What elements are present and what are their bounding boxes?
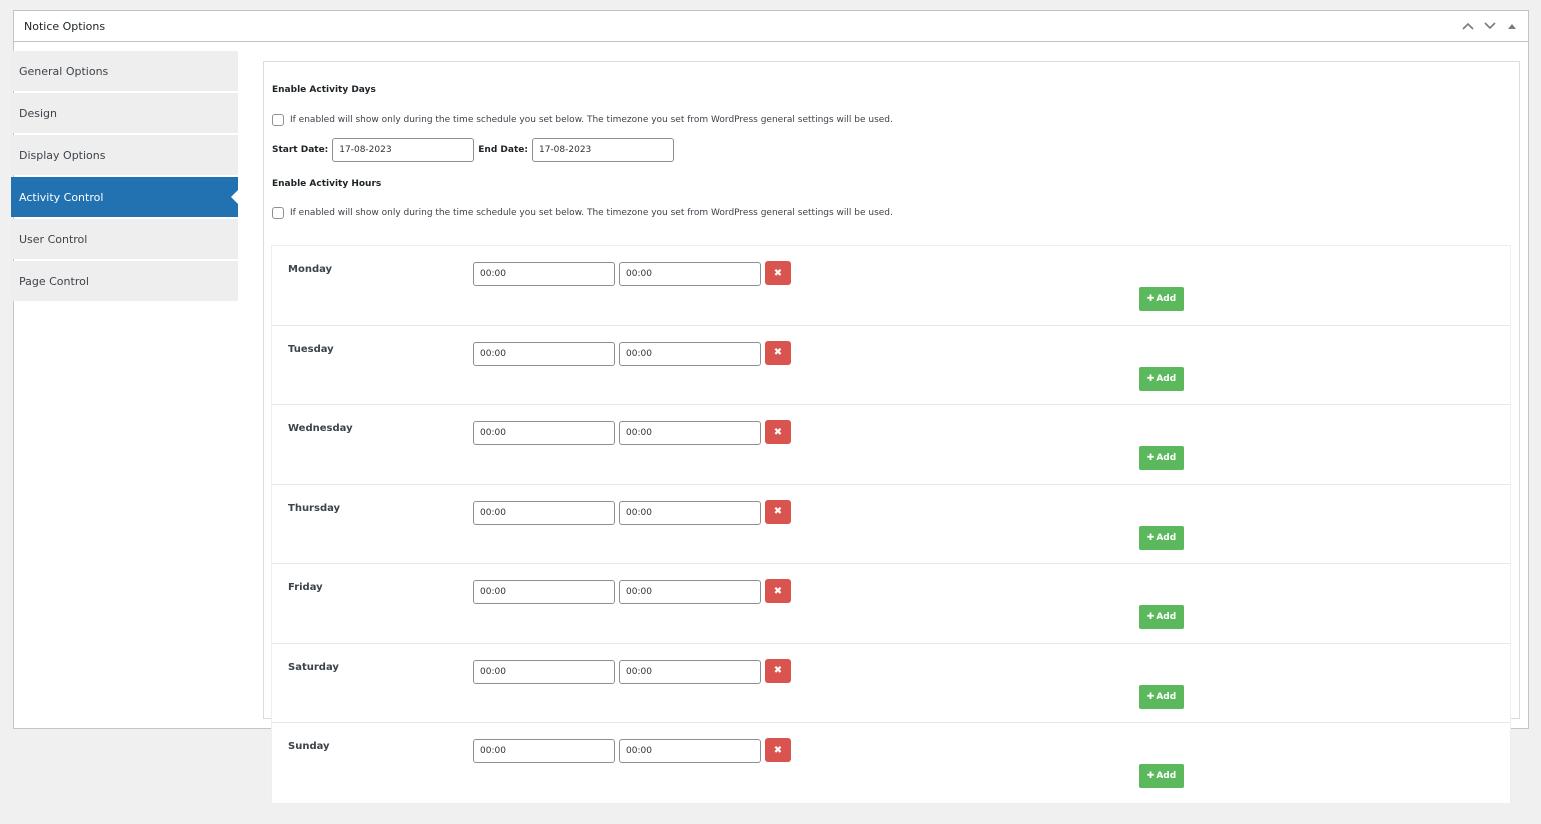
add-time-button[interactable]: ✚ Add xyxy=(1139,525,1184,550)
close-icon: ✖ xyxy=(773,347,783,358)
sidebar-item-label: Design xyxy=(19,106,57,120)
activity-days-checkbox-row: If enabled will show only during the tim… xyxy=(272,114,893,126)
start-time-input[interactable] xyxy=(473,500,615,525)
sidebar-item-design[interactable]: Design xyxy=(11,93,238,133)
end-time-input[interactable] xyxy=(619,500,761,525)
end-time-input[interactable] xyxy=(619,262,761,286)
add-button-label: Add xyxy=(1156,532,1177,543)
end-time-input[interactable] xyxy=(619,341,761,366)
close-icon: ✖ xyxy=(773,267,783,279)
sidebar-item-activity-control[interactable]: Activity Control xyxy=(11,177,238,217)
day-row-friday: Friday ✖ ✚Add xyxy=(272,564,1510,644)
add-button-label: Add xyxy=(1156,453,1177,463)
end-date-input[interactable] xyxy=(531,138,674,162)
options-sidebar: General Options Design Display Options A… xyxy=(11,51,238,303)
panel-header-controls xyxy=(1460,22,1520,30)
plus-icon: ✚ xyxy=(1146,771,1155,781)
close-icon: ✖ xyxy=(773,506,783,517)
date-range-row: Start Date: End Date: xyxy=(272,138,678,162)
start-time-input[interactable] xyxy=(473,739,615,763)
close-icon: ✖ xyxy=(773,665,783,676)
remove-time-button[interactable]: ✖ xyxy=(765,340,791,365)
day-name: Wednesday xyxy=(288,423,353,434)
sidebar-item-label: Page Control xyxy=(19,274,89,288)
day-name: Friday xyxy=(288,582,323,593)
plus-icon: ✚ xyxy=(1146,612,1155,622)
plus-icon: ✚ xyxy=(1146,373,1155,384)
add-button-label: Add xyxy=(1156,691,1177,702)
end-time-input[interactable] xyxy=(619,580,761,604)
day-name: Saturday xyxy=(288,661,339,673)
chevron-down-icon[interactable] xyxy=(1482,22,1498,30)
add-button-label: Add xyxy=(1156,294,1177,304)
panel-header: Notice Options xyxy=(14,11,1528,42)
start-time-input[interactable] xyxy=(473,262,615,286)
close-icon: ✖ xyxy=(773,744,783,756)
close-icon: ✖ xyxy=(773,585,783,597)
add-time-button[interactable]: ✚ Add xyxy=(1139,446,1184,470)
sidebar-item-display-options[interactable]: Display Options xyxy=(11,135,238,175)
day-name: Monday xyxy=(288,264,333,275)
activity-hours-heading: Enable Activity Hours xyxy=(272,179,382,189)
caret-up-icon[interactable] xyxy=(1504,23,1520,29)
day-row-wednesday: Wednesday ✖ ✚Add xyxy=(272,405,1510,485)
activity-days-checkbox[interactable] xyxy=(272,114,284,126)
start-date-label: Start Date: xyxy=(272,145,329,155)
start-time-input[interactable] xyxy=(473,659,615,684)
add-time-button[interactable]: ✚ Add xyxy=(1139,605,1184,629)
add-time-button[interactable]: ✚ Add xyxy=(1139,764,1184,788)
add-time-button[interactable]: ✚ Add xyxy=(1139,366,1184,391)
day-row-sunday: Sunday ✖ ✚Add xyxy=(272,723,1510,803)
add-button-label: Add xyxy=(1156,612,1177,622)
end-date-label: End Date: xyxy=(478,145,528,155)
start-time-input[interactable] xyxy=(473,580,615,604)
day-row-monday: Monday ✖ ✚Add xyxy=(272,246,1510,326)
day-name: Tuesday xyxy=(288,343,334,355)
end-time-input[interactable] xyxy=(619,739,761,763)
sidebar-item-label: Display Options xyxy=(19,148,106,162)
plus-icon: ✚ xyxy=(1146,691,1155,702)
remove-time-button[interactable]: ✖ xyxy=(765,499,791,524)
remove-time-button[interactable]: ✖ xyxy=(765,261,791,285)
day-name: Thursday xyxy=(288,502,341,514)
add-time-button[interactable]: ✚ Add xyxy=(1139,684,1184,709)
sidebar-item-label: User Control xyxy=(19,232,88,246)
day-row-thursday: Thursday ✖ ✚Add xyxy=(272,485,1510,564)
add-button-label: Add xyxy=(1156,373,1177,384)
start-date-input[interactable] xyxy=(332,138,475,162)
day-row-tuesday: Tuesday ✖ ✚Add xyxy=(272,326,1510,405)
plus-icon: ✚ xyxy=(1146,453,1155,463)
add-button-label: Add xyxy=(1156,771,1177,781)
remove-time-button[interactable]: ✖ xyxy=(765,738,791,762)
sidebar-item-user-control[interactable]: User Control xyxy=(11,219,238,259)
activity-days-heading: Enable Activity Days xyxy=(272,85,376,95)
chevron-up-icon[interactable] xyxy=(1460,22,1476,30)
end-time-input[interactable] xyxy=(619,421,761,445)
day-name: Sunday xyxy=(288,741,330,752)
remove-time-button[interactable]: ✖ xyxy=(765,579,791,603)
panel-title: Notice Options xyxy=(24,19,106,33)
end-time-input[interactable] xyxy=(619,659,761,684)
activity-hours-checkbox[interactable] xyxy=(272,207,284,219)
sidebar-item-page-control[interactable]: Page Control xyxy=(11,261,238,301)
sidebar-item-label: Activity Control xyxy=(19,190,104,204)
close-icon: ✖ xyxy=(773,426,783,438)
activity-hours-checkbox-row: If enabled will show only during the tim… xyxy=(272,207,893,219)
remove-time-button[interactable]: ✖ xyxy=(765,658,791,683)
day-row-saturday: Saturday ✖ ✚Add xyxy=(272,644,1510,723)
start-time-input[interactable] xyxy=(473,421,615,445)
weekly-schedule: Monday ✖ ✚Add Tuesday ✖ ✚Add Wednesday ✖… xyxy=(271,245,1511,804)
plus-icon: ✚ xyxy=(1146,294,1155,304)
start-time-input[interactable] xyxy=(473,341,615,366)
add-time-button[interactable]: ✚ Add xyxy=(1139,287,1184,311)
activity-hours-checkbox-label: If enabled will show only during the tim… xyxy=(290,208,893,218)
sidebar-item-label: General Options xyxy=(19,64,109,78)
sidebar-item-general-options[interactable]: General Options xyxy=(11,51,238,91)
activity-days-checkbox-label: If enabled will show only during the tim… xyxy=(290,115,893,125)
plus-icon: ✚ xyxy=(1146,532,1155,543)
remove-time-button[interactable]: ✖ xyxy=(765,420,791,444)
